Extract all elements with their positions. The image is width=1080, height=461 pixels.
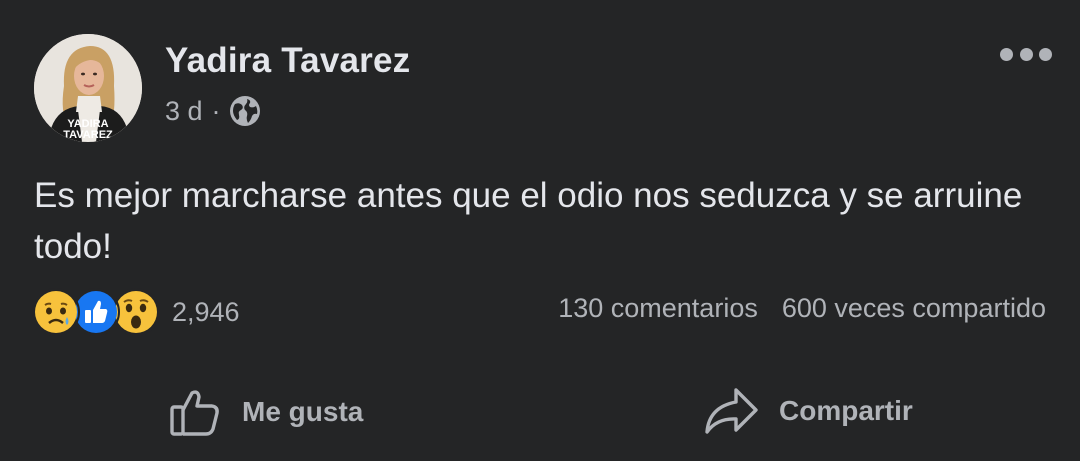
more-dot (1000, 47, 1013, 61)
more-dot (1039, 47, 1052, 61)
like-button-label: Me gusta (242, 396, 364, 427)
shares-count[interactable]: 600 veces compartido (782, 293, 1046, 324)
post-card: YADIRA TAVAREZ Yadira Tavarez 3 d · Es m… (0, 0, 1080, 461)
share-arrow-icon (705, 388, 758, 434)
comments-count[interactable]: 130 comentarios (558, 293, 758, 324)
sad-reaction-icon (32, 288, 80, 336)
author-name[interactable]: Yadira Tavarez (165, 41, 410, 81)
post-time[interactable]: 3 d (165, 96, 203, 127)
more-dot (1019, 47, 1033, 61)
avatar-caption-bottom: TAVAREZ (63, 129, 113, 141)
reactions-summary[interactable]: 2,946 (32, 288, 240, 336)
globe-icon[interactable] (229, 95, 261, 127)
engagement-counts: 130 comentarios 600 veces compartido (558, 293, 1046, 324)
reaction-count: 2,946 (172, 296, 240, 327)
post-text: Es mejor marcharse antes que el odio nos… (34, 176, 1023, 266)
meta-separator: · (211, 95, 221, 126)
avatar[interactable]: YADIRA TAVAREZ (34, 34, 142, 142)
share-button[interactable]: Compartir (703, 385, 913, 437)
more-options-icon[interactable] (1000, 44, 1052, 64)
share-button-label: Compartir (779, 395, 913, 426)
avatar-image: YADIRA TAVAREZ (34, 34, 142, 142)
post-meta: 3 d · (165, 95, 261, 127)
thumbs-up-icon (170, 390, 219, 436)
like-button[interactable]: Me gusta (168, 385, 363, 439)
